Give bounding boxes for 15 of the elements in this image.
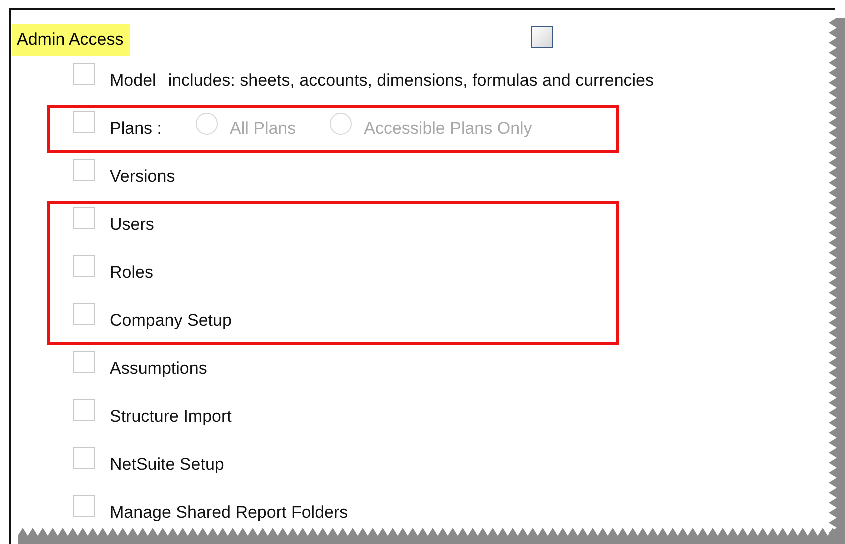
option-label: Structure Import (110, 407, 232, 427)
option-label: Roles (110, 263, 154, 283)
checkbox[interactable] (530, 26, 553, 48)
option-label: Company Setup (110, 311, 232, 331)
radio-label: All Plans (230, 119, 296, 139)
option-label: Users (110, 215, 154, 235)
option-label: Model (110, 71, 156, 91)
option-label: NetSuite Setup (110, 455, 224, 475)
option-label: Plans : (110, 119, 162, 139)
section-heading: Admin Access (12, 24, 130, 56)
radio-label: Accessible Plans Only (364, 119, 532, 139)
option-label: Assumptions (110, 359, 208, 379)
option-label: Manage Shared Report Folders (110, 503, 348, 523)
option-label: Versions (110, 167, 176, 187)
option-note: includes: sheets, accounts, dimensions, formulas and currencies (168, 71, 654, 91)
